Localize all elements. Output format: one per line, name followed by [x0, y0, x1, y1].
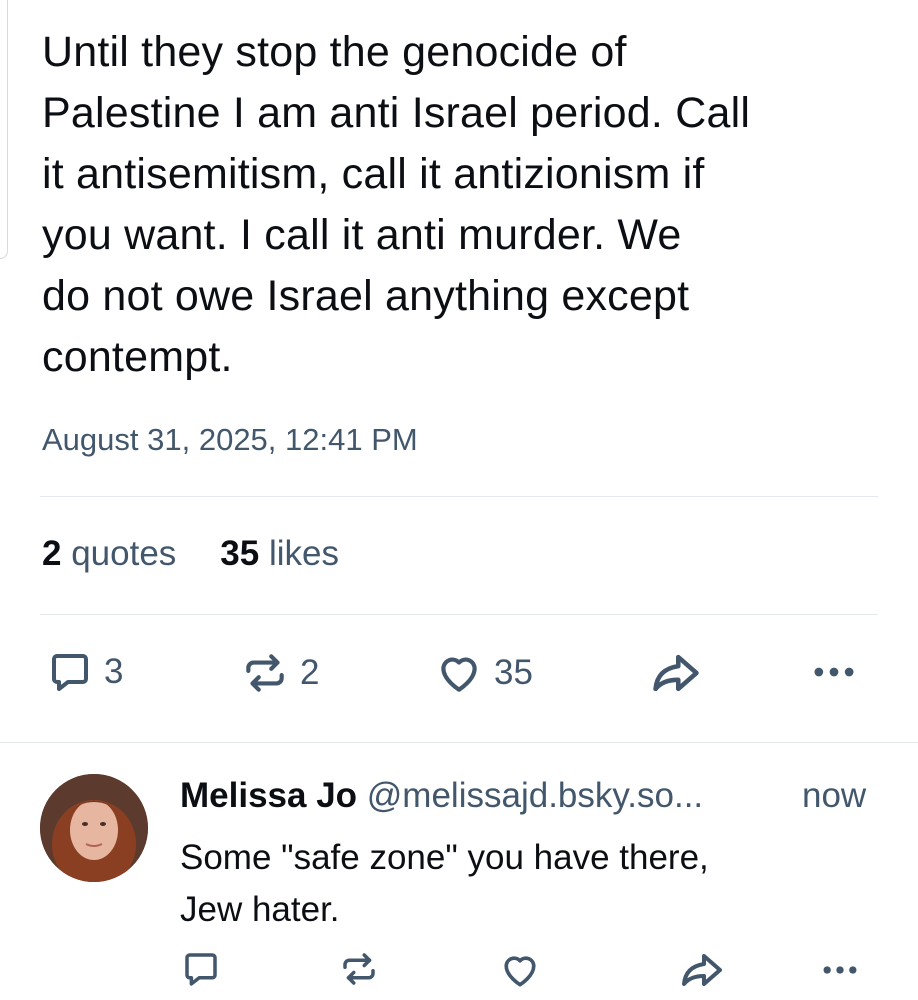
quotes-count: 2: [42, 534, 62, 573]
quotes-label: quotes: [71, 534, 177, 573]
repost-icon: [246, 654, 284, 692]
heart-icon: [441, 657, 477, 692]
repost-icon: [343, 953, 375, 985]
reply-reply-button[interactable]: [180, 948, 222, 990]
reply-more-button[interactable]: [818, 948, 862, 992]
avatar-image: [40, 774, 148, 882]
post-text: Until they stop the genocide of Palestin…: [42, 28, 751, 381]
like-count: 35: [494, 653, 533, 692]
reply-action-bar: [0, 948, 918, 998]
reply-time: now: [802, 776, 867, 815]
reply-count: 3: [104, 652, 124, 691]
divider: [40, 496, 878, 497]
reply-share-button[interactable]: [678, 948, 726, 992]
post-timestamp: August 31, 2025, 12:41 PM: [42, 422, 418, 457]
comment-icon: [185, 953, 217, 986]
more-button[interactable]: [808, 646, 860, 698]
divider: [40, 614, 878, 615]
reply-button[interactable]: 3: [46, 648, 123, 696]
share-button[interactable]: [648, 648, 704, 698]
reply-like-button[interactable]: [498, 948, 542, 992]
divider: [0, 742, 918, 743]
share-icon: [682, 954, 722, 986]
post-action-bar: 3 2 35: [0, 648, 918, 708]
reply-text: Some "safe zone" you have there, Jew hat…: [180, 838, 709, 929]
comment-icon: [52, 654, 88, 691]
quotes-stat[interactable]: 2 quotes: [42, 534, 176, 574]
likes-stat[interactable]: 35 likes: [220, 534, 339, 574]
share-icon: [653, 654, 699, 692]
edge-decoration: [0, 0, 8, 259]
likes-count: 35: [220, 534, 260, 573]
repost-button[interactable]: 2: [240, 648, 319, 698]
reply-header: Melissa Jo @melissajd.bsky.so...: [180, 776, 703, 816]
likes-label: likes: [268, 534, 339, 573]
like-button[interactable]: 35: [434, 648, 533, 698]
more-icon: [823, 966, 857, 974]
author-name[interactable]: Melissa Jo: [180, 776, 357, 815]
post-stats: 2 quotes 35 likes: [42, 534, 339, 574]
heart-icon: [504, 956, 536, 987]
reply-repost-button[interactable]: [338, 948, 380, 990]
avatar[interactable]: [40, 774, 148, 882]
repost-count: 2: [300, 653, 320, 692]
more-icon: [814, 667, 854, 677]
author-handle[interactable]: @melissajd.bsky.so...: [367, 776, 703, 815]
